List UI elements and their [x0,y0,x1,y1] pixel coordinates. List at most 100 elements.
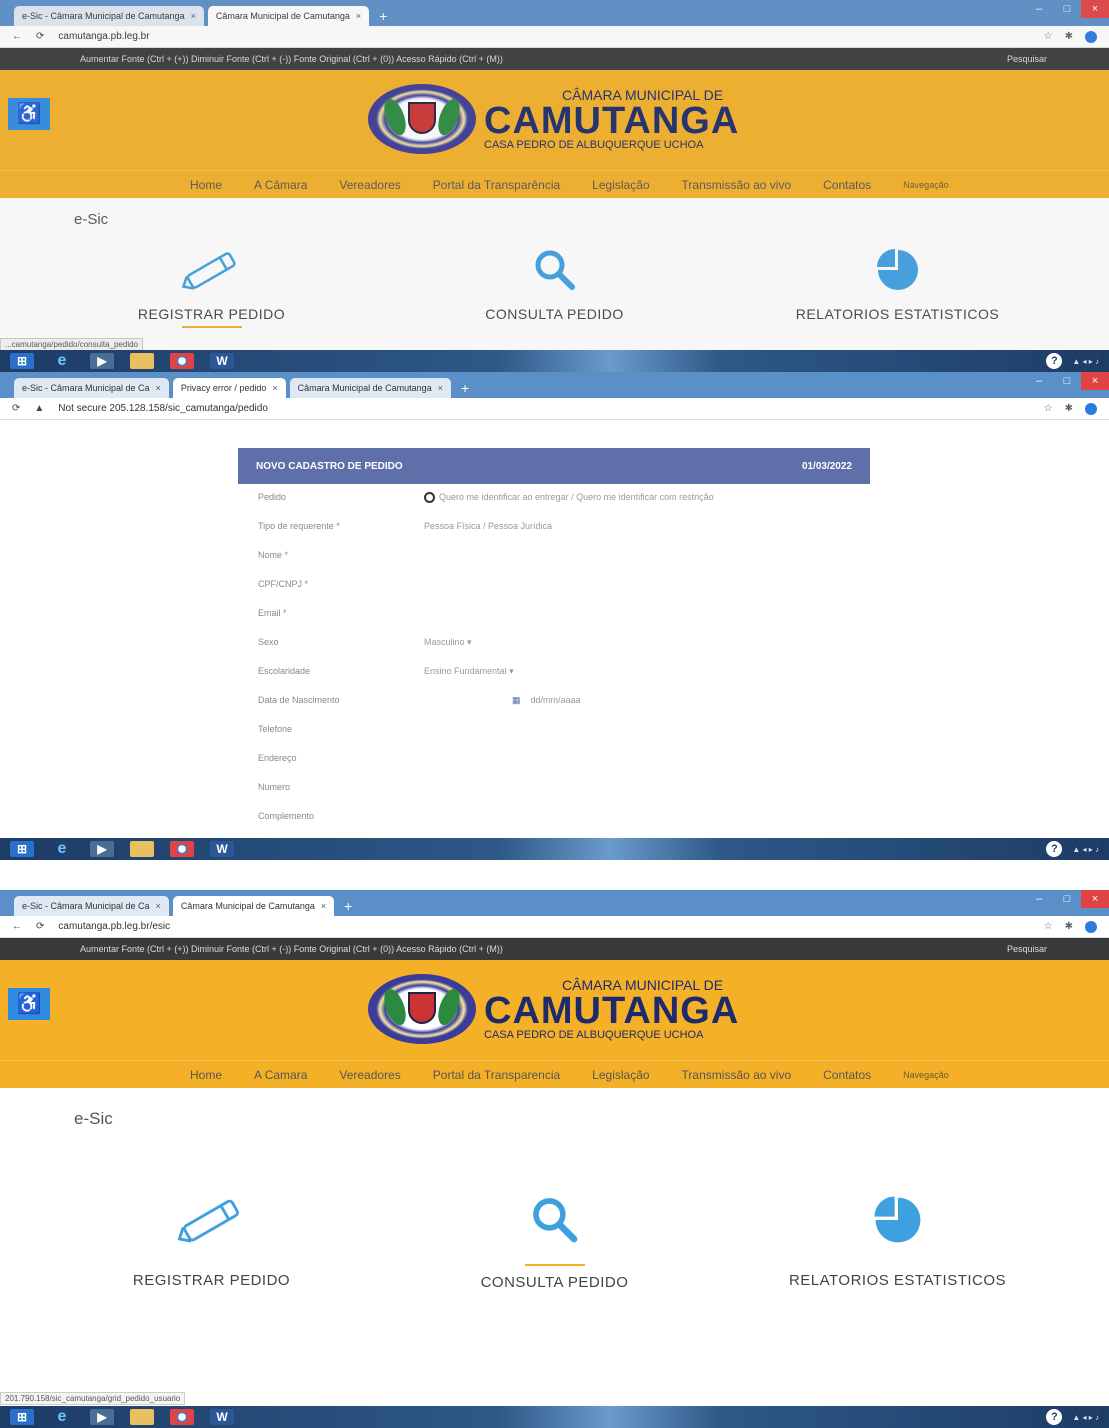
nav-transparencia[interactable]: Portal da Transparencia [433,1068,560,1082]
consult-request-card[interactable]: CONSULTA PEDIDO [405,240,705,328]
nav-navegacao[interactable]: Navegação [903,1070,949,1080]
help-icon[interactable]: ? [1046,353,1063,369]
extensions-icon[interactable]: ✱ [1065,921,1073,933]
folder-icon[interactable] [130,353,154,369]
minimize-icon[interactable]: – [1025,372,1053,390]
profile-icon[interactable] [1085,402,1097,415]
search-link[interactable]: Pesquisar [1007,938,1047,960]
new-tab-icon[interactable]: + [373,6,393,26]
new-tab-icon[interactable]: + [455,378,475,398]
close-window-icon[interactable]: × [1081,0,1109,18]
profile-icon[interactable] [1085,30,1097,43]
nav-transparencia[interactable]: Portal da Transparência [433,178,560,192]
nav-legislacao[interactable]: Legislação [592,178,649,192]
nav-camara[interactable]: A Camara [254,1068,307,1082]
word-icon[interactable]: W [210,353,234,369]
back-icon[interactable]: ← [12,921,22,932]
sex-select[interactable]: Masculino [424,637,465,647]
accessibility-icon[interactable]: ♿ [8,988,50,1020]
word-icon[interactable]: W [210,1409,234,1425]
browser-tab[interactable]: Câmara Municipal de Camutanga × [289,378,451,398]
register-request-card[interactable]: REGISTRAR PEDIDO [62,240,362,328]
reports-card[interactable]: RELATORIOS ESTATISTICOS [748,1180,1048,1291]
ie-icon[interactable]: e [50,840,74,857]
windows-start-icon[interactable]: ⊞ [10,841,34,857]
maximize-icon[interactable]: □ [1053,890,1081,908]
close-icon[interactable]: × [321,896,326,916]
media-icon[interactable]: ▶ [90,353,114,369]
extensions-icon[interactable]: ✱ [1065,403,1073,415]
close-icon[interactable]: × [156,896,161,916]
nav-contatos[interactable]: Contatos [823,178,871,192]
nav-transmissao[interactable]: Transmissão ao vivo [682,1068,792,1082]
register-request-card[interactable]: REGISTRAR PEDIDO [62,1180,362,1291]
chrome-icon[interactable] [170,841,194,857]
close-icon[interactable]: × [156,378,161,398]
url-field[interactable]: Not secure 205.128.158/sic_camutanga/ped… [58,403,1029,414]
windows-start-icon[interactable]: ⊞ [10,353,34,369]
reload-icon[interactable]: ⟳ [12,403,20,414]
close-icon[interactable]: × [191,6,196,26]
reload-icon[interactable]: ⟳ [36,31,44,42]
ie-icon[interactable]: e [50,1408,74,1425]
close-window-icon[interactable]: × [1081,890,1109,908]
accessibility-shortcuts[interactable]: Aumentar Fonte (Ctrl + (+)) Diminuir Fon… [80,54,503,64]
browser-tab[interactable]: e-Sic - Câmara Municipal de Ca × [14,896,169,916]
new-tab-icon[interactable]: + [338,896,358,916]
chevron-down-icon[interactable]: ▾ [509,666,514,676]
url-field[interactable]: camutanga.pb.leg.br [58,31,1029,42]
star-icon[interactable]: ☆ [1044,403,1053,415]
media-icon[interactable]: ▶ [90,841,114,857]
ie-icon[interactable]: e [50,352,74,369]
chevron-down-icon[interactable]: ▾ [467,637,472,647]
folder-icon[interactable] [130,841,154,857]
consult-request-card[interactable]: CONSULTA PEDIDO [405,1180,705,1291]
browser-tab[interactable]: Câmara Municipal de Camutanga × [207,6,370,26]
browser-tab[interactable]: Privacy error / pedido × [172,378,286,398]
education-select[interactable]: Ensino Fundamental [424,666,507,676]
nav-navegacao[interactable]: Navegação [903,180,949,190]
close-window-icon[interactable]: × [1081,372,1109,390]
help-icon[interactable]: ? [1046,1409,1063,1425]
windows-start-icon[interactable]: ⊞ [10,1409,34,1425]
chrome-icon[interactable] [170,1409,194,1425]
minimize-icon[interactable]: – [1025,0,1053,18]
nav-vereadores[interactable]: Vereadores [339,178,400,192]
back-icon[interactable]: ← [12,31,22,42]
nav-transmissao[interactable]: Transmissão ao vivo [682,178,792,192]
calendar-icon[interactable]: ▦ [512,695,521,705]
nav-legislacao[interactable]: Legislação [592,1068,649,1082]
extensions-icon[interactable]: ✱ [1065,31,1073,43]
nav-home[interactable]: Home [190,178,222,192]
accessibility-icon[interactable]: ♿ [8,98,50,130]
media-icon[interactable]: ▶ [90,1409,114,1425]
word-icon[interactable]: W [210,841,234,857]
nav-vereadores[interactable]: Vereadores [339,1068,400,1082]
chrome-icon[interactable] [170,353,194,369]
url-field[interactable]: camutanga.pb.leg.br/esic [58,921,1029,932]
search-link[interactable]: Pesquisar [1007,48,1047,70]
site-logo[interactable]: CÂMARA MUNICIPAL DE CAMUTANGA CASA PEDRO… [368,974,739,1044]
minimize-icon[interactable]: – [1025,890,1053,908]
nav-home[interactable]: Home [190,1068,222,1082]
browser-tab[interactable]: e-Sic - Câmara Municipal de Camutanga × [14,6,204,26]
folder-icon[interactable] [130,1409,154,1425]
close-icon[interactable]: × [356,6,361,26]
reports-card[interactable]: RELATORIOS ESTATISTICOS [748,240,1048,328]
nav-camara[interactable]: A Câmara [254,178,307,192]
help-icon[interactable]: ? [1046,841,1063,857]
browser-tab[interactable]: Câmara Municipal de Camutanga × [172,896,335,916]
identify-options[interactable]: Quero me identificar ao entregar / Quero… [439,492,714,502]
accessibility-shortcuts[interactable]: Aumentar Fonte (Ctrl + (+)) Diminuir Fon… [80,944,503,954]
close-icon[interactable]: × [438,378,443,398]
site-logo[interactable]: CÂMARA MUNICIPAL DE CAMUTANGA CASA PEDRO… [368,84,739,154]
maximize-icon[interactable]: □ [1053,372,1081,390]
reload-icon[interactable]: ⟳ [36,921,44,932]
requester-type-options[interactable]: Pessoa Física / Pessoa Jurídica [424,521,552,532]
star-icon[interactable]: ☆ [1044,31,1053,43]
browser-tab[interactable]: e-Sic - Câmara Municipal de Ca × [14,378,169,398]
maximize-icon[interactable]: □ [1053,0,1081,18]
birthdate-field[interactable]: dd/mm/aaaa [531,695,581,705]
identify-radio[interactable] [424,492,435,504]
close-icon[interactable]: × [272,378,277,398]
